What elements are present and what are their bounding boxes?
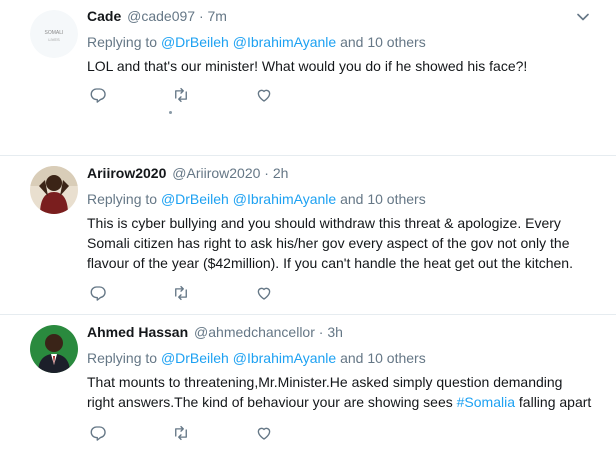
reply-icon[interactable] (89, 86, 107, 104)
caret-down-icon[interactable] (576, 10, 590, 24)
separator-dot: · (198, 8, 204, 24)
tweet-text: This is cyber bullying and you should wi… (87, 215, 573, 271)
avatar-logo-text: SOMALI (45, 30, 64, 36)
replying-to-label: Replying to (87, 350, 158, 366)
like-icon[interactable] (255, 284, 273, 302)
tweet-header: Ahmed Hassan @ahmedchancellor · 3h (87, 323, 592, 341)
retweet-icon[interactable] (172, 424, 190, 442)
timestamp[interactable]: 3h (327, 324, 343, 340)
reply-icon[interactable] (89, 424, 107, 442)
others-link[interactable]: and 10 others (340, 191, 426, 207)
reply-feed: SOMALI LIVES Cade @cade097 · 7m Replying… (0, 0, 616, 449)
user-handle[interactable]: @Ariirow2020 (172, 165, 260, 181)
tweet-text: LOL and that's our minister! What would … (87, 58, 528, 74)
others-link[interactable]: and 10 others (340, 34, 426, 50)
hashtag-link[interactable]: #Somalia (457, 394, 515, 410)
replying-to: Replying to @DrBeileh @IbrahimAyanle and… (87, 190, 592, 208)
separator-dot: · (318, 324, 324, 340)
like-icon[interactable] (255, 86, 273, 104)
reply-icon[interactable] (89, 284, 107, 302)
user-name[interactable]: Ahmed Hassan (87, 324, 188, 340)
mention-link[interactable]: @DrBeileh (161, 350, 229, 366)
replying-to-label: Replying to (87, 34, 158, 50)
retweet-icon[interactable] (172, 86, 190, 104)
others-link[interactable]: and 10 others (340, 350, 426, 366)
timestamp[interactable]: 2h (273, 165, 289, 181)
tweet-actions (89, 86, 338, 104)
user-handle[interactable]: @ahmedchancellor (194, 324, 315, 340)
avatar[interactable]: SOMALI LIVES (30, 10, 78, 58)
like-icon[interactable] (255, 424, 273, 442)
tweet-header: Cade @cade097 · 7m (87, 7, 592, 25)
mention-link[interactable]: @DrBeileh (161, 34, 229, 50)
user-name[interactable]: Cade (87, 8, 121, 24)
tweet-header: Ariirow2020 @Ariirow2020 · 2h (87, 164, 592, 182)
tweet-content: Ahmed Hassan @ahmedchancellor · 3h Reply… (87, 323, 592, 412)
tweet-actions (89, 284, 338, 302)
tweet[interactable]: SOMALI LIVES Cade @cade097 · 7m Replying… (0, 0, 616, 156)
mention-link[interactable]: @DrBeileh (161, 191, 229, 207)
mention-link[interactable]: @IbrahimAyanle (233, 350, 336, 366)
replying-to-label: Replying to (87, 191, 158, 207)
tweet-content: Cade @cade097 · 7m Replying to @DrBeileh… (87, 7, 592, 76)
tweet-content: Ariirow2020 @Ariirow2020 · 2h Replying t… (87, 164, 592, 273)
avatar[interactable] (30, 166, 78, 214)
replying-to: Replying to @DrBeileh @IbrahimAyanle and… (87, 349, 592, 367)
avatar[interactable] (30, 325, 78, 373)
separator-dot: · (264, 165, 269, 181)
user-handle[interactable]: @cade097 (127, 8, 195, 24)
tweet-actions (89, 424, 338, 442)
user-name[interactable]: Ariirow2020 (87, 165, 166, 181)
mention-link[interactable]: @IbrahimAyanle (233, 191, 336, 207)
decorative-dot (169, 111, 172, 114)
tweet[interactable]: Ariirow2020 @Ariirow2020 · 2h Replying t… (0, 156, 616, 315)
replying-to: Replying to @DrBeileh @IbrahimAyanle and… (87, 33, 592, 51)
tweet-text-part: falling apart (515, 394, 592, 410)
tweet-text: That mounts to threatening,Mr.Minister.H… (87, 372, 592, 412)
timestamp[interactable]: 7m (208, 8, 227, 24)
retweet-icon[interactable] (172, 284, 190, 302)
mention-link[interactable]: @IbrahimAyanle (233, 34, 336, 50)
tweet[interactable]: Ahmed Hassan @ahmedchancellor · 3h Reply… (0, 315, 616, 449)
avatar-logo-subtext: LIVES (48, 37, 60, 42)
